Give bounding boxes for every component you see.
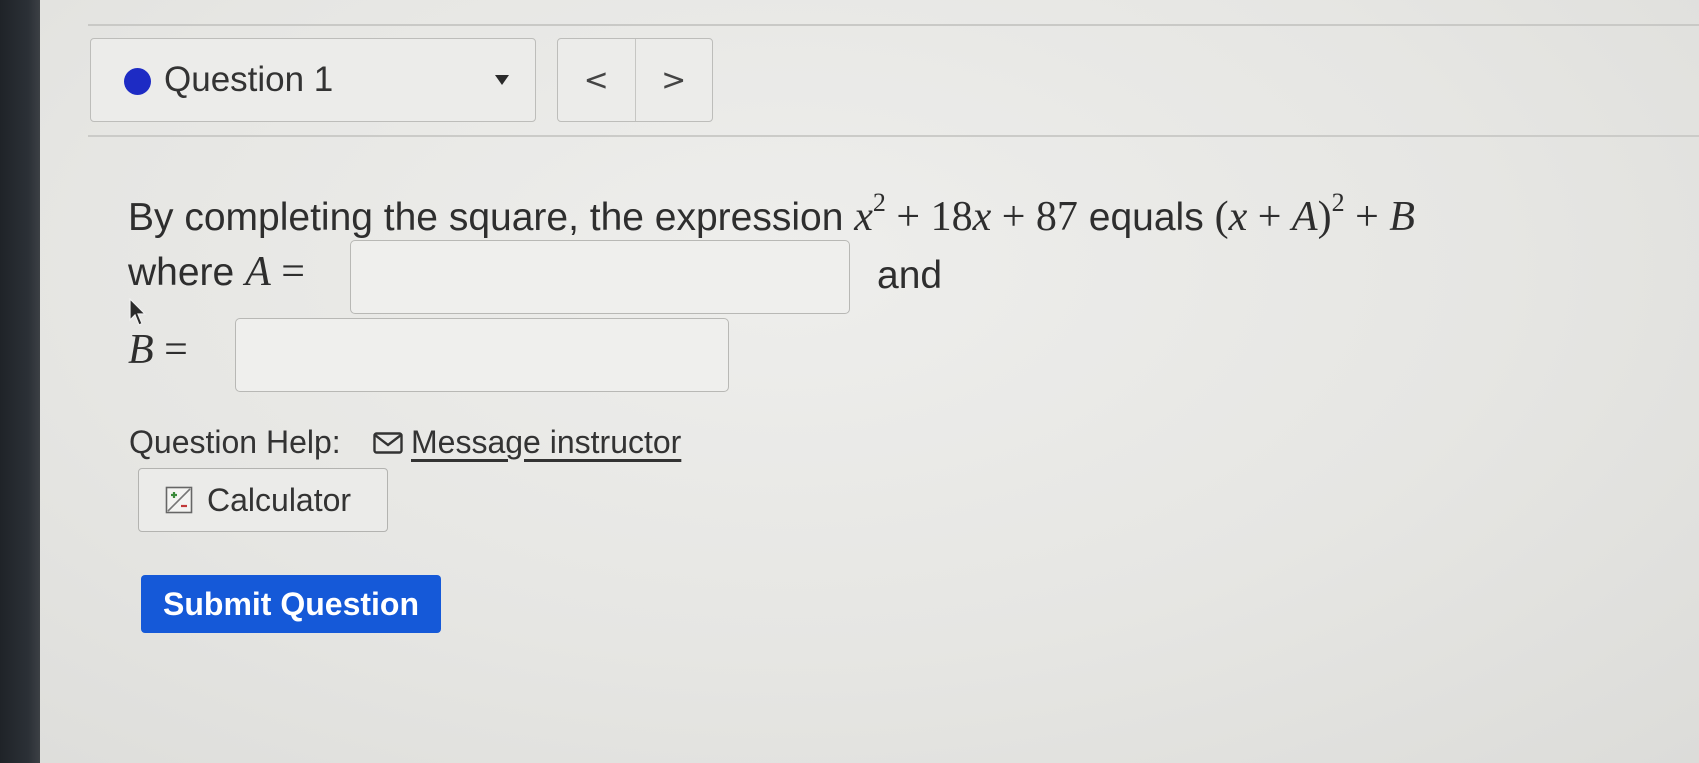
caret-down-icon [495,75,509,85]
envelope-icon [373,431,403,454]
top-divider [88,24,1699,26]
a-var-text: A [245,249,271,295]
message-instructor-link[interactable]: Message instructor [373,424,681,461]
previous-question-button[interactable]: < [558,39,636,121]
chevron-right-icon: > [661,62,687,98]
a-equals: = [270,249,305,295]
and-word: and [877,254,943,297]
submit-question-button[interactable]: Submit Question [141,575,441,633]
form-paren-close: ) [1317,194,1332,240]
answer-a-label: where A = [128,248,305,296]
form-var: x [1228,194,1248,240]
question-help: Question Help: Message instructor [129,424,681,461]
question-prompt: By completing the square, the expression… [128,180,1415,245]
monitor-bezel [0,0,40,763]
expr-middle: + 18 [885,194,973,240]
calculator-label: Calculator [207,481,352,518]
prompt-text: By completing the square, the expression [128,196,844,239]
chevron-left-icon: < [583,62,609,98]
b-equals: = [153,327,188,373]
form-plus-b: + [1344,194,1390,240]
form-a: A [1291,194,1318,240]
form-paren-open: ( [1214,194,1229,240]
form-plus: + [1247,194,1292,240]
where-word: where [128,251,235,294]
equals-word: equals [1088,196,1204,239]
header-divider [88,135,1699,137]
question-selector[interactable]: Question 1 [90,38,536,122]
calculator-icon [165,486,193,514]
calculator-button[interactable]: Calculator [138,468,388,532]
answer-b-input[interactable] [235,318,729,392]
question-selector-label: Question 1 [164,60,334,99]
prompt-expression: x2 + 18x + 87 [854,188,1078,240]
answer-a-input[interactable] [350,240,850,314]
answer-b-label: B = [128,326,188,374]
completed-square-form: (x + A)2 + B [1214,188,1415,240]
b-var-text: B [128,327,154,373]
expr-exponent: 2 [872,188,886,217]
question-help-label: Question Help: [129,424,341,460]
next-question-button[interactable]: > [636,39,713,121]
a-variable: A = [245,249,305,295]
form-b: B [1389,194,1415,240]
question-nav-group: < > [557,38,713,122]
expr-constant: + 87 [991,194,1078,240]
mouse-cursor-icon [129,298,147,326]
message-instructor-text: Message instructor [411,424,682,460]
form-exponent: 2 [1331,188,1345,217]
question-status-dot-icon [124,68,151,95]
expr-var-2: x [972,194,992,240]
expr-var: x [854,194,873,240]
